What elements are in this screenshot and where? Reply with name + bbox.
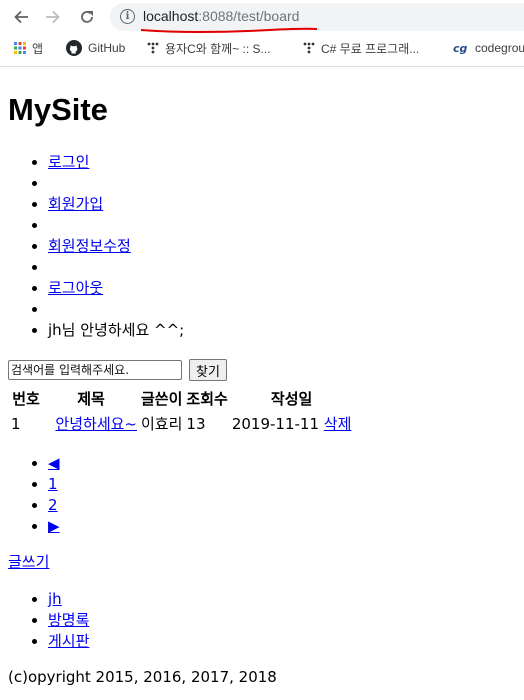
info-icon[interactable]: i <box>120 9 135 24</box>
bookmark-codeground[interactable]: cg codegrou <box>453 38 524 58</box>
pager-item-prev: ◀ <box>48 453 60 474</box>
pager-item-2: 2 <box>48 495 60 516</box>
menu-item-join: 회원가입 <box>48 194 184 215</box>
cell-no: 1 <box>11 414 21 433</box>
delete-link[interactable]: 삭제 <box>324 415 352 433</box>
footer-nav-item: 게시판 <box>48 631 89 652</box>
cell-author: 이효리 <box>141 415 183 433</box>
top-menu: 로그인 회원가입 회원정보수정 로그아웃 jh님 안녕하세요 ^^; <box>0 152 184 341</box>
back-arrow-icon[interactable] <box>10 6 32 28</box>
page-1-link[interactable]: 1 <box>48 475 58 493</box>
footer-link-board[interactable]: 게시판 <box>48 632 89 650</box>
reload-icon[interactable] <box>76 6 98 28</box>
bookmark-github[interactable]: GitHub <box>66 38 125 58</box>
cell-title: 안녕하세요~ <box>44 412 138 435</box>
bookmark-label: GitHub <box>88 41 126 55</box>
pager-item-1: 1 <box>48 474 60 495</box>
join-link[interactable]: 회원가입 <box>48 195 103 213</box>
bookmark-label: codegrou <box>475 41 524 55</box>
cell-views: 13 <box>186 414 206 433</box>
chrome-divider <box>0 66 524 67</box>
write-link[interactable]: 글쓰기 <box>8 551 49 572</box>
bookmarks-bar: 앱 GitHub 용자C와 함께~ :: S... C# 무료 프로그래... … <box>0 38 524 58</box>
search-button[interactable]: 찾기 <box>189 359 227 381</box>
menu-item-empty <box>48 173 184 194</box>
search-form: 찾기 <box>8 359 227 381</box>
prev-page-link[interactable]: ◀ <box>48 454 60 472</box>
column-header-views: 조회수 <box>186 390 228 408</box>
bookmark-tistory-2[interactable]: C# 무료 프로그래... <box>303 38 419 58</box>
site-title: MySite <box>8 92 108 127</box>
search-input[interactable] <box>8 360 182 380</box>
copyright-text: (c)opyright 2015, 2016, 2017, 2018 <box>8 668 277 686</box>
footer-link-guestbook[interactable]: 방명록 <box>48 611 89 629</box>
cell-date: 2019-11-11 삭제 <box>231 412 353 435</box>
github-icon <box>66 40 82 56</box>
menu-item-logout: 로그아웃 <box>48 278 184 299</box>
column-header-date: 작성일 <box>270 390 313 408</box>
table-row: 1 안녕하세요~ 이효리 13 2019-11-11 삭제 <box>10 412 352 435</box>
table-header-row: 번호 제목 글쓴이 조회수 작성일 <box>10 387 352 410</box>
tistory-icon <box>147 42 159 54</box>
url-text[interactable]: localhost:8088/test/board <box>143 8 299 24</box>
greeting-text: jh님 안녕하세요 ^^; <box>48 321 185 339</box>
next-page-link[interactable]: ▶ <box>48 517 60 535</box>
bookmark-apps[interactable]: 앱 <box>14 38 43 58</box>
forward-arrow-icon[interactable] <box>42 6 64 28</box>
column-header-author: 글쓴이 <box>141 390 183 408</box>
column-header-title: 제목 <box>77 390 105 408</box>
menu-item-empty <box>48 299 184 320</box>
footer-nav: jh 방명록 게시판 <box>0 589 89 652</box>
menu-item-empty <box>48 257 184 278</box>
column-header-no: 번호 <box>12 390 40 408</box>
menu-item-modify: 회원정보수정 <box>48 236 184 257</box>
date-text: 2019-11-11 <box>231 415 319 433</box>
bookmark-label: C# 무료 프로그래... <box>321 41 420 56</box>
board-table: 번호 제목 글쓴이 조회수 작성일 1 안녕하세요~ 이효리 13 2019-1… <box>8 385 354 437</box>
bookmark-label: 용자C와 함께~ :: S... <box>165 41 271 56</box>
footer-nav-item: 방명록 <box>48 610 89 631</box>
post-title-link[interactable]: 안녕하세요~ <box>55 415 137 433</box>
svg-text:cg: cg <box>453 42 468 54</box>
menu-item-greeting: jh님 안녕하세요 ^^; <box>48 320 184 341</box>
bookmark-label: 앱 <box>32 41 44 56</box>
browser-chrome: i localhost:8088/test/board 앱 GitHub 용자C… <box>0 0 524 67</box>
tistory-icon <box>303 42 315 54</box>
menu-item-login: 로그인 <box>48 152 184 173</box>
menu-item-empty <box>48 215 184 236</box>
pager: ◀ 1 2 ▶ <box>0 453 60 537</box>
login-link[interactable]: 로그인 <box>48 153 89 171</box>
footer-link-jh[interactable]: jh <box>48 590 62 608</box>
apps-grid-icon <box>14 42 26 54</box>
url-annotation-underline <box>140 27 318 33</box>
footer-nav-item: jh <box>48 589 89 610</box>
logout-link[interactable]: 로그아웃 <box>48 279 103 297</box>
page-2-link[interactable]: 2 <box>48 496 58 514</box>
modify-link[interactable]: 회원정보수정 <box>48 237 131 255</box>
codeground-icon: cg <box>453 42 469 54</box>
bookmark-tistory-1[interactable]: 용자C와 함께~ :: S... <box>147 38 271 58</box>
pager-item-next: ▶ <box>48 516 60 537</box>
